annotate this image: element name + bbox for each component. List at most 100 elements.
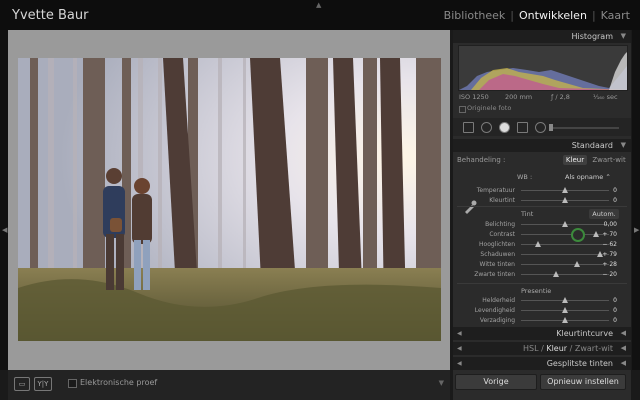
original-photo-label: Originele foto — [467, 104, 512, 112]
slider-track[interactable] — [521, 274, 609, 275]
brush-slider-knob[interactable] — [549, 124, 553, 131]
red-eye-icon[interactable] — [499, 122, 510, 133]
histogram-graph[interactable] — [458, 45, 628, 91]
targeted-adjustment-icon[interactable] — [571, 228, 585, 242]
collapse-icon: ◀ — [620, 359, 626, 367]
slider-row[interactable]: Helderheid 0 — [453, 296, 631, 305]
slider-knob[interactable] — [562, 197, 568, 203]
spot-removal-icon[interactable] — [481, 122, 492, 133]
slider-row[interactable]: Temperatuur 0 — [453, 186, 631, 195]
slider-label: Helderheid — [482, 297, 515, 304]
right-panel-toggle-icon[interactable]: ▶ — [634, 226, 639, 234]
slider-value[interactable]: − 62 — [602, 240, 617, 249]
slider-row[interactable]: Verzadiging 0 — [453, 316, 631, 325]
slider-label: Levendigheid — [474, 307, 515, 314]
basic-header[interactable]: Standaard ▼ — [453, 139, 631, 152]
slider-row[interactable]: Witte tinten + 28 — [453, 260, 631, 269]
previous-button[interactable]: Vorige — [455, 374, 537, 390]
slider-label: Zwarte tinten — [474, 271, 515, 278]
basic-title: Standaard — [571, 141, 613, 150]
identity-plate: Yvette Baur — [12, 8, 89, 23]
module-picker: Bibliotheek | Ontwikkelen | Kaart — [444, 9, 630, 22]
slider-track[interactable] — [521, 254, 609, 255]
soft-proof-checkbox[interactable] — [68, 379, 77, 388]
histogram-header[interactable]: Histogram ▼ — [453, 30, 631, 43]
module-library[interactable]: Bibliotheek — [444, 9, 506, 22]
slider-row[interactable]: Levendigheid 0 — [453, 306, 631, 315]
slider-value[interactable]: 0 — [613, 306, 617, 315]
radial-filter-icon[interactable] — [535, 122, 546, 133]
slider-knob[interactable] — [562, 317, 568, 323]
exif-iso: ISO 1250 — [459, 93, 489, 101]
slider-value[interactable]: 0 — [613, 296, 617, 305]
slider-knob[interactable] — [592, 231, 599, 237]
slider-row[interactable]: Schaduwen + 79 — [453, 250, 631, 259]
slider-knob[interactable] — [574, 261, 581, 267]
slider-track[interactable] — [521, 264, 609, 265]
slider-label: Schaduwen — [480, 251, 515, 258]
before-after-view-button[interactable]: Y|Y — [34, 377, 52, 391]
reset-button[interactable]: Opnieuw instellen — [540, 374, 626, 390]
slider-value[interactable]: + 79 — [602, 250, 617, 259]
toolbar: ▭ Y|Y Elektronische proef ▼ — [8, 370, 450, 400]
histogram-curves — [459, 52, 627, 90]
hsl-tabs: HSL / Kleur / Zwart-wit — [522, 344, 613, 353]
photo-preview[interactable] — [18, 58, 441, 341]
collapse-icon: ◀ — [620, 344, 626, 352]
toolbar-menu-icon[interactable]: ▼ — [439, 379, 444, 387]
slider-knob[interactable] — [562, 307, 568, 313]
treatment-color-button[interactable]: Kleur — [563, 155, 587, 165]
graduated-filter-icon[interactable] — [517, 122, 528, 133]
hsl-header[interactable]: ◀ HSL / Kleur / Zwart-wit ◀ — [453, 342, 631, 355]
slider-row[interactable]: Contrast + 70 — [453, 230, 631, 239]
left-panel-toggle-icon[interactable]: ◀ — [2, 226, 7, 234]
panel-toggle-icon: ◀ — [457, 330, 462, 337]
original-photo-checkbox[interactable] — [459, 106, 466, 113]
slider-value[interactable]: 0 — [613, 316, 617, 325]
module-develop[interactable]: Ontwikkelen — [519, 9, 587, 22]
slider-knob[interactable] — [562, 221, 568, 227]
collapse-icon: ▼ — [620, 141, 626, 149]
module-separator: | — [510, 9, 515, 22]
slider-knob[interactable] — [553, 271, 560, 277]
crop-icon[interactable] — [463, 122, 474, 133]
collapse-icon: ▼ — [620, 32, 626, 40]
right-panel-edge[interactable]: ▶ — [632, 30, 640, 370]
loupe-view-icon[interactable]: ▭ — [14, 377, 30, 391]
slider-value[interactable]: 0 — [613, 186, 617, 195]
auto-tone-button[interactable]: Autom. — [589, 209, 619, 219]
left-panel-edge[interactable]: ◀ — [0, 30, 8, 370]
slider-label: Verzadiging — [479, 317, 515, 324]
slider-label: Kleurtint — [489, 197, 515, 204]
module-map[interactable]: Kaart — [601, 9, 630, 22]
slider-value[interactable]: + 28 — [602, 260, 617, 269]
collapse-icon: ◀ — [620, 329, 626, 337]
slider-row[interactable]: Kleurtint 0 — [453, 196, 631, 205]
slider-value[interactable]: − 20 — [602, 270, 617, 279]
wb-dropdown[interactable]: Als opname ⌃ — [565, 173, 611, 181]
slider-knob[interactable] — [562, 187, 568, 193]
wb-value: Als opname — [565, 173, 604, 181]
tab-color[interactable]: Kleur — [546, 344, 567, 353]
tab-hsl[interactable]: HSL — [523, 344, 539, 353]
slider-row[interactable]: Hooglichten − 62 — [453, 240, 631, 249]
treatment-row: Behandeling : Kleur Zwart-wit — [453, 154, 631, 166]
split-toning-header[interactable]: ◀ Gesplitste tinten ◀ — [453, 357, 631, 370]
slider-label: Temperatuur — [476, 187, 515, 194]
slider-row[interactable]: Belichting 0,00 — [453, 220, 631, 229]
slider-value[interactable]: + 70 — [602, 230, 617, 239]
slider-knob[interactable] — [562, 297, 568, 303]
slider-value[interactable]: 0,00 — [604, 220, 617, 229]
slider-knob[interactable] — [534, 241, 541, 247]
wb-label: WB : — [517, 173, 533, 181]
top-bar: Yvette Baur ▲ Bibliotheek | Ontwikkelen | Ka… — [0, 0, 640, 30]
treatment-label: Behandeling : — [457, 156, 506, 164]
top-panel-toggle-icon[interactable]: ▲ — [316, 1, 321, 9]
slider-row[interactable]: Zwarte tinten − 20 — [453, 270, 631, 279]
treatment-bw-button[interactable]: Zwart-wit — [591, 155, 627, 165]
brush-slider-track[interactable] — [551, 127, 619, 129]
tab-bw[interactable]: Zwart-wit — [575, 344, 613, 353]
tone-curve-header[interactable]: ◀ Kleurtintcurve ◀ — [453, 327, 631, 340]
slider-value[interactable]: 0 — [613, 196, 617, 205]
slider-label: Belichting — [485, 221, 515, 228]
